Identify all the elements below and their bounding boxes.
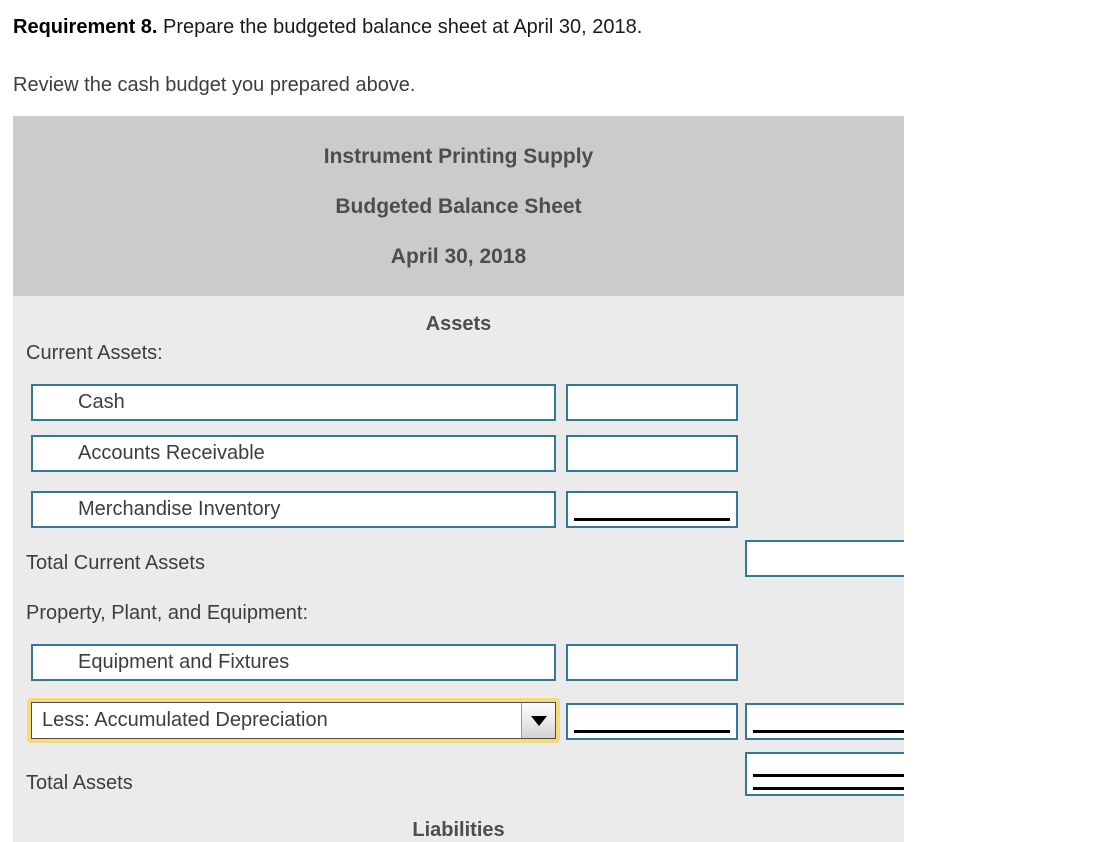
amount-input-equipment-and-fixtures[interactable] [566,644,738,681]
account-label-input-accounts-receivable[interactable]: Accounts Receivable [31,435,556,472]
table-row: Accounts Receivable [26,435,904,491]
table-row: Current Assets: [26,334,904,384]
table-row: Merchandise Inventory [26,491,904,544]
table-row: Equipment and Fixtures [26,644,904,702]
account-label-input-merchandise-inventory[interactable]: Merchandise Inventory [31,491,556,528]
account-label-text: Cash [78,391,125,413]
liabilities-section-title: Liabilities [412,819,505,841]
amount-input-accumulated-depreciation[interactable] [566,703,738,740]
account-label-text: Accounts Receivable [78,442,265,464]
account-label-input-equipment-and-fixtures[interactable]: Equipment and Fixtures [31,644,556,681]
account-select-less-accumulated-depreciation[interactable]: Less: Accumulated Depreciation [27,698,560,743]
table-row: Cash [26,384,904,435]
requirement-text: Prepare the budgeted balance sheet at Ap… [157,16,643,38]
amount-input-net-ppe[interactable] [745,703,904,740]
instructions-block: Requirement 8. Prepare the budgeted bala… [0,0,1114,98]
company-name: Instrument Printing Supply [323,145,594,168]
amount-input-cash[interactable] [566,384,738,421]
budgeted-balance-sheet-worksheet: Instrument Printing Supply Budgeted Bala… [13,116,904,842]
requirement-label: Requirement 8. [13,16,158,38]
review-note: Review the cash budget you prepared abov… [13,74,416,96]
amount-input-total-current-assets[interactable] [745,540,904,577]
select-control[interactable]: Less: Accumulated Depreciation [31,702,556,739]
select-selected-value: Less: Accumulated Depreciation [42,709,328,731]
amount-input-merchandise-inventory[interactable] [566,491,738,528]
row-label-ppe: Property, Plant, and Equipment: [26,602,309,624]
row-label-current-assets: Current Assets: [26,342,163,364]
amount-input-accounts-receivable[interactable] [566,435,738,472]
account-label-text: Equipment and Fixtures [78,651,290,673]
amount-input-total-assets[interactable] [745,752,904,796]
chevron-down-icon[interactable] [521,703,555,738]
table-row: Property, Plant, and Equipment: [26,594,904,644]
worksheet-header: Instrument Printing Supply Budgeted Bala… [13,116,904,296]
statement-name: Budgeted Balance Sheet [335,195,582,218]
table-row: Total Current Assets [26,540,904,594]
statement-date: April 30, 2018 [390,245,527,268]
row-label-total-current-assets: Total Current Assets [26,552,205,574]
assets-section-title: Assets [425,313,492,335]
account-label-text: Merchandise Inventory [78,498,281,520]
requirement-line: Requirement 8. Prepare the budgeted bala… [13,14,1114,40]
account-label-input-cash[interactable]: Cash [31,384,556,421]
